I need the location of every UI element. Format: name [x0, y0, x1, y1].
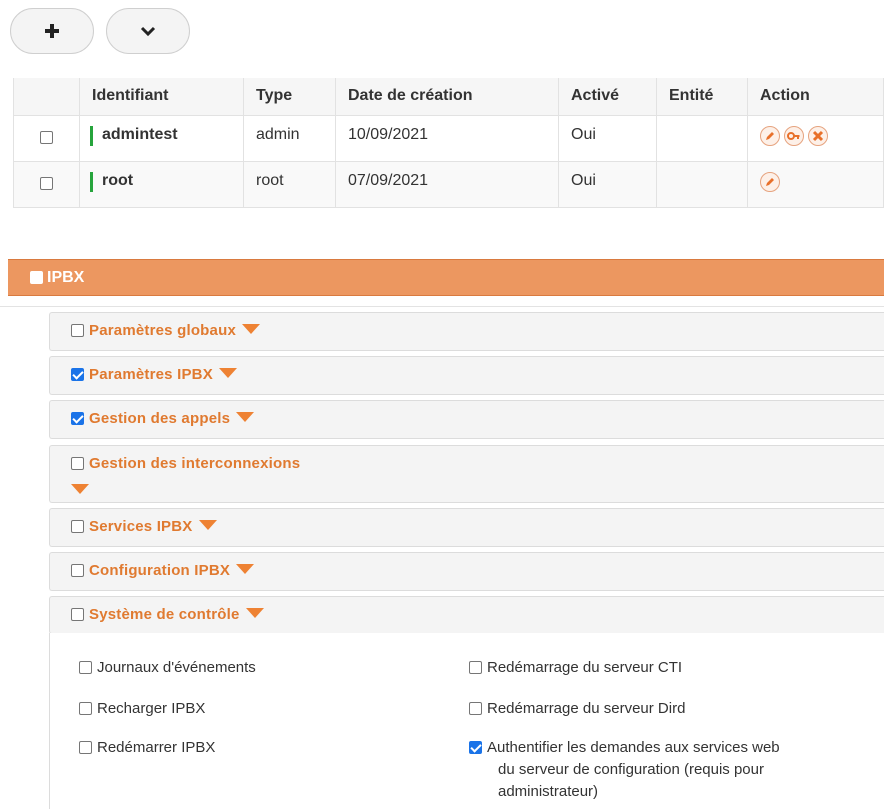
- perm-label: Journaux d'événements: [97, 659, 256, 676]
- group-title: Services IPBX: [89, 518, 193, 535]
- group-title: Paramètres globaux: [89, 322, 236, 339]
- perm-label: Recharger IPBX: [97, 700, 206, 717]
- group-title: Système de contrôle: [89, 606, 240, 623]
- date-cell: 10/09/2021: [335, 114, 559, 162]
- perm-label-line2: du serveur de configuration (requis pour: [498, 761, 764, 778]
- group-title: Paramètres IPBX: [89, 366, 213, 383]
- group-services-ipbx[interactable]: Services IPBX: [49, 508, 884, 547]
- perm-label-block: Authentifier les demandes aux services w…: [487, 737, 780, 803]
- group-title: Gestion des interconnexions: [89, 455, 301, 472]
- identifiant-link[interactable]: root: [102, 172, 133, 189]
- caret-down-icon[interactable]: [236, 412, 255, 423]
- active-cell: Oui: [558, 114, 657, 162]
- group-title: Gestion des appels: [89, 410, 231, 427]
- perm-redemarrage-dird[interactable]: Redémarrage du serveur Dird: [469, 698, 685, 720]
- caret-down-icon[interactable]: [71, 484, 89, 494]
- group-checkbox[interactable]: [71, 519, 84, 533]
- group-checkbox[interactable]: [71, 323, 84, 337]
- table-row: root root 07/09/2021 Oui: [13, 160, 884, 208]
- caret-down-icon[interactable]: [245, 608, 264, 619]
- active-indicator: [90, 125, 93, 146]
- perm-authentifier-services-web[interactable]: Authentifier les demandes aux services w…: [469, 737, 780, 803]
- perm-checkbox[interactable]: [469, 702, 482, 715]
- ipbx-title: IPBX: [47, 268, 85, 286]
- header-type[interactable]: Type: [243, 78, 336, 116]
- group-title: Configuration IPBX: [89, 562, 231, 579]
- group-checkbox[interactable]: [71, 456, 84, 470]
- toolbar: [10, 8, 190, 54]
- group-parametres-globaux[interactable]: Paramètres globaux: [49, 312, 884, 351]
- section-divider: [0, 306, 884, 307]
- edit-icon[interactable]: [760, 171, 780, 192]
- group-configuration-ipbx[interactable]: Configuration IPBX: [49, 552, 884, 591]
- perm-label: Redémarrage du serveur Dird: [487, 700, 686, 717]
- group-checkbox[interactable]: [71, 411, 84, 425]
- group-gestion-des-appels[interactable]: Gestion des appels: [49, 400, 884, 439]
- entity-cell: [656, 160, 748, 208]
- chevron-down-icon: [140, 26, 156, 37]
- table-row: admintest admin 10/09/2021 Oui: [13, 114, 884, 162]
- header-active[interactable]: Activé: [558, 78, 657, 116]
- edit-icon[interactable]: [760, 125, 780, 146]
- perm-checkbox[interactable]: [79, 661, 92, 674]
- group-checkbox[interactable]: [71, 563, 84, 577]
- delete-icon[interactable]: [808, 125, 828, 146]
- perm-redemarrer-ipbx[interactable]: Redémarrer IPBX: [79, 737, 215, 759]
- active-cell: Oui: [558, 160, 657, 208]
- header-date[interactable]: Date de création: [335, 78, 559, 116]
- perm-journaux-evenements[interactable]: Journaux d'événements: [79, 657, 256, 679]
- perm-checkbox[interactable]: [469, 661, 482, 674]
- table-header-row: Identifiant Type Date de création Activé…: [13, 78, 884, 116]
- identifiant-cell: root: [79, 160, 244, 208]
- perm-label: Redémarrer IPBX: [97, 739, 216, 756]
- perm-checkbox[interactable]: [79, 741, 92, 754]
- ipbx-section-header[interactable]: IPBX: [8, 259, 884, 296]
- row-select-cell: [13, 114, 80, 162]
- more-options-button[interactable]: [106, 8, 190, 54]
- perm-checkbox[interactable]: [79, 702, 92, 715]
- group-checkbox[interactable]: [71, 607, 84, 621]
- header-entity[interactable]: Entité: [656, 78, 748, 116]
- caret-down-icon[interactable]: [242, 324, 260, 335]
- action-cell: [747, 160, 884, 208]
- identifiant-link[interactable]: admintest: [102, 126, 178, 143]
- perm-label-line3: administrateur): [498, 783, 599, 800]
- perm-checkbox[interactable]: [469, 741, 482, 754]
- type-cell: admin: [243, 114, 336, 162]
- ipbx-checkbox[interactable]: [30, 271, 43, 284]
- group-checkbox[interactable]: [71, 367, 84, 381]
- group-gestion-des-interconnexions[interactable]: Gestion des interconnexions: [49, 445, 884, 503]
- caret-down-icon[interactable]: [218, 368, 237, 379]
- row-checkbox[interactable]: [40, 131, 53, 145]
- perm-label: Authentifier les demandes aux services w…: [487, 739, 780, 756]
- perm-recharger-ipbx[interactable]: Recharger IPBX: [79, 698, 205, 720]
- add-button[interactable]: [10, 8, 94, 54]
- users-table: Identifiant Type Date de création Activé…: [13, 78, 884, 208]
- perm-label: Redémarrage du serveur CTI: [487, 659, 683, 676]
- active-indicator: [90, 171, 93, 192]
- systeme-de-controle-panel: Journaux d'événements Redémarrage du ser…: [49, 633, 884, 809]
- row-select-cell: [13, 160, 80, 208]
- key-icon[interactable]: [784, 125, 804, 146]
- header-identifiant[interactable]: Identifiant: [79, 78, 244, 116]
- header-action: Action: [747, 78, 884, 116]
- perm-redemarrage-cti[interactable]: Redémarrage du serveur CTI: [469, 657, 682, 679]
- row-checkbox[interactable]: [40, 177, 53, 191]
- date-cell: 07/09/2021: [335, 160, 559, 208]
- identifiant-cell: admintest: [79, 114, 244, 162]
- type-cell: root: [243, 160, 336, 208]
- plus-icon: [45, 24, 59, 38]
- entity-cell: [656, 114, 748, 162]
- header-select: [13, 78, 80, 116]
- caret-down-icon[interactable]: [236, 564, 255, 575]
- caret-down-icon[interactable]: [198, 520, 217, 531]
- action-cell: [747, 114, 884, 162]
- group-systeme-de-controle[interactable]: Système de contrôle: [49, 596, 884, 634]
- group-parametres-ipbx[interactable]: Paramètres IPBX: [49, 356, 884, 395]
